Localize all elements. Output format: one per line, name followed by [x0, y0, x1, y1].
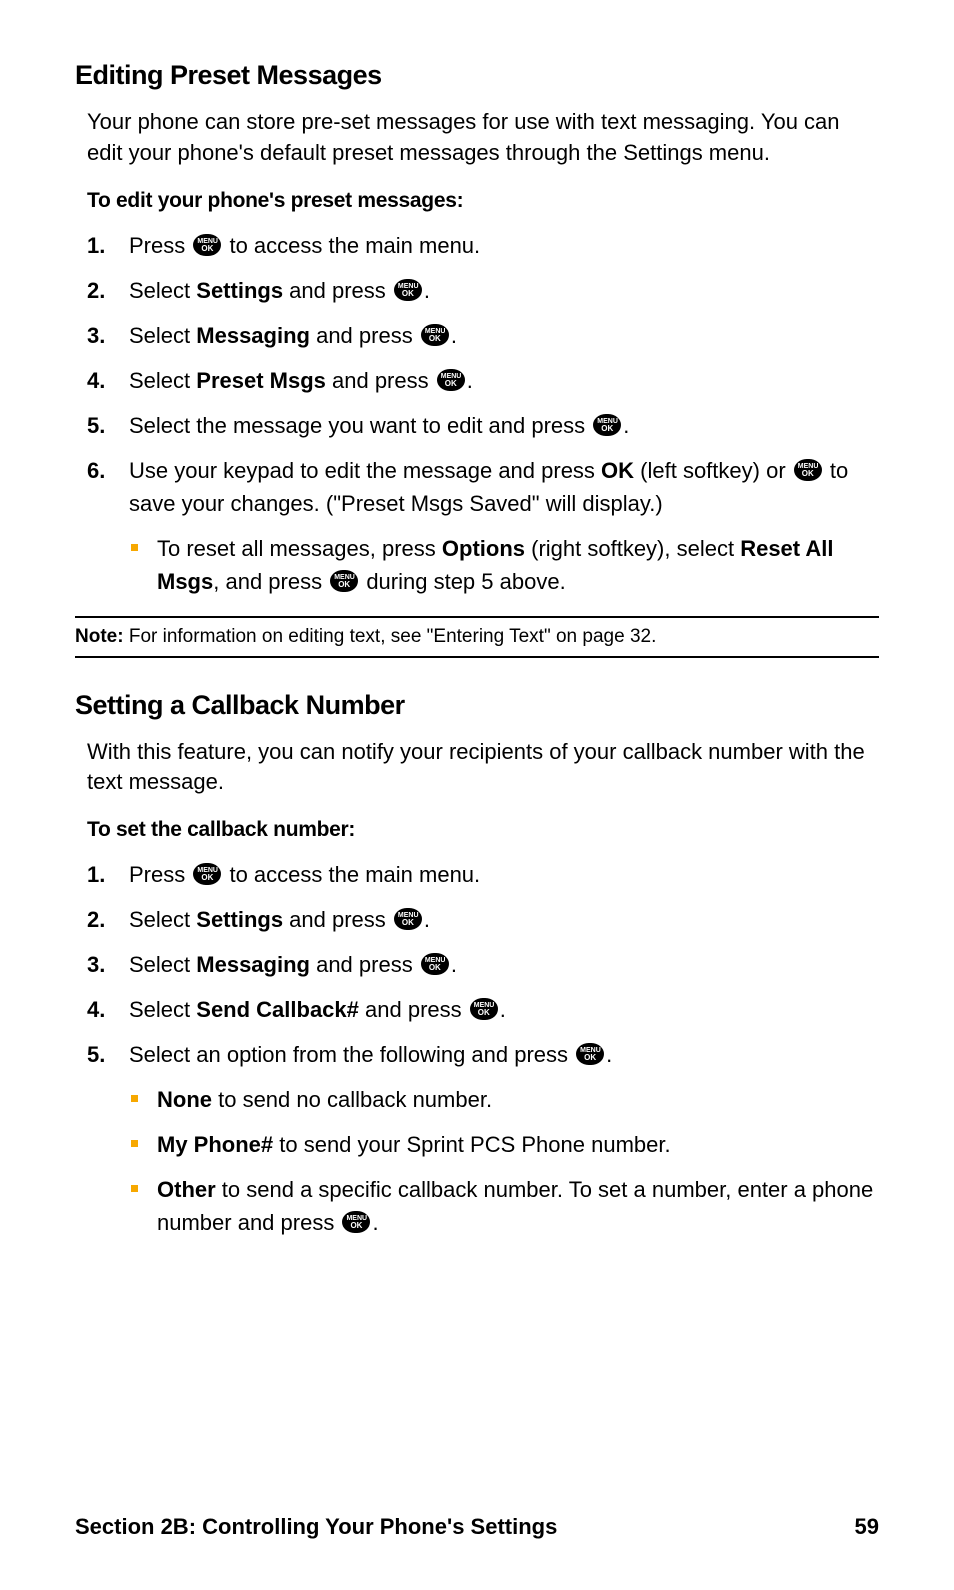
menu-ok-icon: MENUOK: [794, 459, 822, 481]
footer-section: Section 2B: Controlling Your Phone's Set…: [75, 1514, 557, 1540]
note-text: For information on editing text, see "En…: [124, 626, 657, 647]
option-other: Other to send a specific callback number…: [129, 1173, 879, 1239]
menu-ok-icon: MENUOK: [421, 324, 449, 346]
step-3: Select Messaging and press MENUOK.: [87, 948, 879, 981]
step-5: Select an option from the following and …: [87, 1038, 879, 1239]
note-block: Note: For information on editing text, s…: [75, 616, 879, 658]
option-my-phone: My Phone# to send your Sprint PCS Phone …: [129, 1128, 879, 1161]
menu-ok-icon: MENUOK: [576, 1043, 604, 1065]
step-2: Select Settings and press MENUOK.: [87, 903, 879, 936]
step-4: Select Preset Msgs and press MENUOK.: [87, 364, 879, 397]
menu-ok-icon: MENUOK: [342, 1211, 370, 1233]
intro-callback: With this feature, you can notify your r…: [87, 737, 879, 799]
note-label: Note:: [75, 626, 124, 647]
menu-ok-icon: MENUOK: [437, 369, 465, 391]
step-2: Select Settings and press MENUOK.: [87, 274, 879, 307]
subheading-callback: To set the callback number:: [87, 818, 879, 842]
heading-editing-preset-messages: Editing Preset Messages: [75, 60, 879, 91]
step-3: Select Messaging and press MENUOK.: [87, 319, 879, 352]
step-4: Select Send Callback# and press MENUOK.: [87, 993, 879, 1026]
subheading-edit-preset: To edit your phone's preset messages:: [87, 189, 879, 213]
page-footer: Section 2B: Controlling Your Phone's Set…: [75, 1514, 879, 1540]
menu-ok-icon: MENUOK: [394, 908, 422, 930]
menu-ok-icon: MENUOK: [593, 414, 621, 436]
menu-ok-icon: MENUOK: [470, 998, 498, 1020]
step-1: Press MENUOK to access the main menu.: [87, 858, 879, 891]
menu-ok-icon: MENUOK: [394, 279, 422, 301]
sub-bullet: To reset all messages, press Options (ri…: [129, 532, 879, 598]
footer-page-number: 59: [855, 1514, 879, 1540]
sub-bullet-list: To reset all messages, press Options (ri…: [129, 532, 879, 598]
menu-ok-icon: MENUOK: [193, 863, 221, 885]
options-list: None to send no callback number. My Phon…: [129, 1083, 879, 1239]
step-6: Use your keypad to edit the message and …: [87, 454, 879, 598]
step-1: Press MENUOK to access the main menu.: [87, 229, 879, 262]
step-5: Select the message you want to edit and …: [87, 409, 879, 442]
menu-ok-icon: MENUOK: [330, 570, 358, 592]
steps-list-callback: Press MENUOK to access the main menu. Se…: [87, 858, 879, 1239]
option-none: None to send no callback number.: [129, 1083, 879, 1116]
menu-ok-icon: MENUOK: [193, 234, 221, 256]
menu-ok-icon: MENUOK: [421, 953, 449, 975]
intro-text: Your phone can store pre-set messages fo…: [87, 107, 879, 169]
steps-list-edit-preset: Press MENUOK to access the main menu. Se…: [87, 229, 879, 598]
heading-setting-callback: Setting a Callback Number: [75, 690, 879, 721]
